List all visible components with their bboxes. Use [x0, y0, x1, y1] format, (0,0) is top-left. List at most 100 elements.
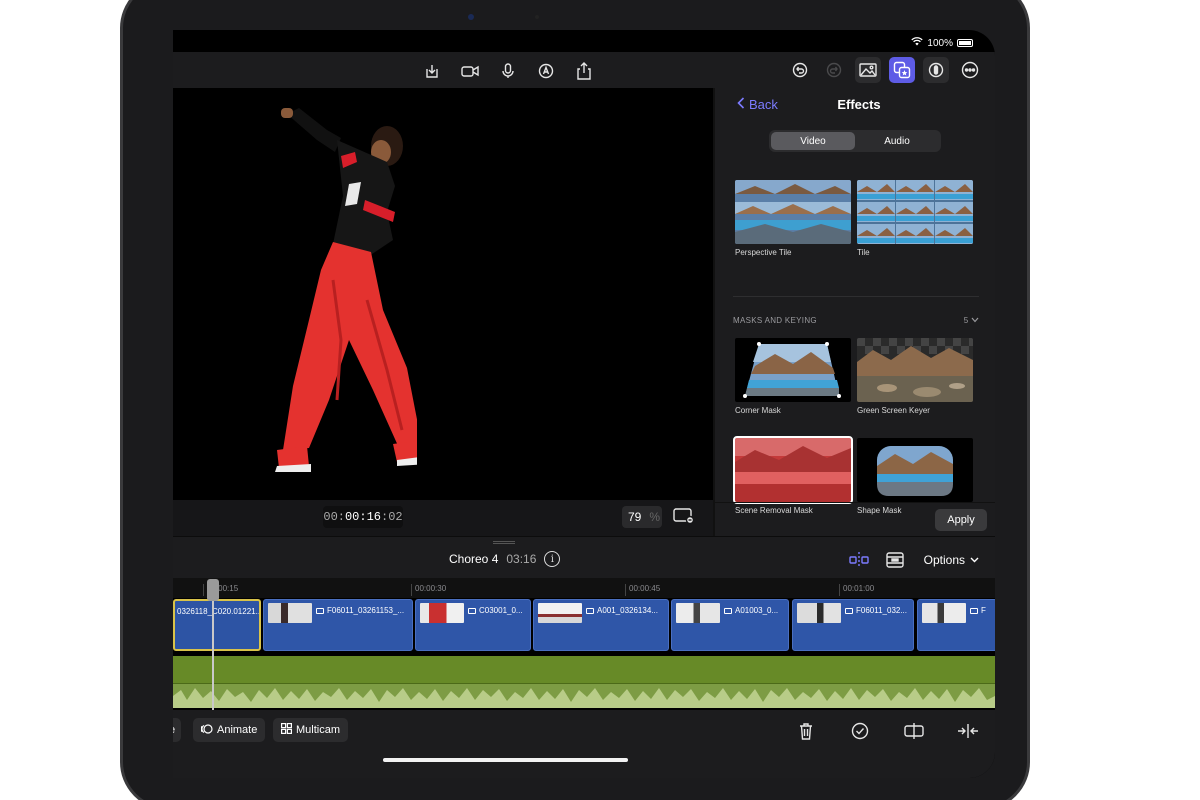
timeline-ruler[interactable]: 00:00:15 00:00:30 00:00:45 00:01:00 — [173, 578, 995, 598]
more-icon[interactable] — [957, 57, 983, 83]
effect-thumbnail — [857, 438, 973, 502]
info-icon[interactable]: i — [544, 551, 561, 567]
front-camera — [468, 14, 474, 20]
effect-perspective-tile[interactable]: Perspective Tile — [735, 180, 851, 257]
video-clip-icon — [586, 607, 594, 614]
clip-name-text: 0326118_C020.01221... — [177, 607, 261, 616]
timeline-header: Choreo 4 03:16 i Options — [173, 536, 995, 578]
effect-tile[interactable]: Tile — [857, 180, 973, 257]
clip-name: 0326118_C020.01221... — [177, 607, 261, 616]
inspector-icon[interactable] — [923, 57, 949, 83]
effect-thumbnail — [735, 180, 851, 244]
clip-thumbnail — [420, 603, 464, 623]
timeline-clip[interactable]: F06011_032... — [792, 599, 914, 651]
camera-sensor — [535, 15, 539, 19]
apply-button[interactable]: Apply — [935, 509, 987, 531]
timeline-clip[interactable]: A01003_0... — [671, 599, 789, 651]
multicam-button[interactable]: Multicam — [273, 718, 349, 742]
partial-label: e — [173, 724, 175, 736]
display-options-icon[interactable] — [673, 508, 695, 529]
clip-appearance-icon[interactable] — [882, 547, 908, 573]
camera-icon[interactable] — [457, 58, 483, 84]
effect-corner-mask[interactable]: Corner Mask — [735, 338, 851, 415]
audio-waveform — [173, 684, 995, 708]
import-icon[interactable] — [419, 58, 445, 84]
dancer-figure — [275, 108, 417, 472]
split-icon[interactable] — [901, 718, 927, 744]
animate-button[interactable]: Animate — [193, 718, 266, 742]
playhead-handle[interactable] — [207, 579, 219, 601]
zoom-unit: % — [649, 510, 661, 524]
chevron-down-icon — [970, 557, 979, 563]
effect-thumbnail — [857, 180, 973, 244]
clip-name-text: F06011_03261153_... — [327, 606, 405, 615]
status-bar: 100% — [173, 30, 995, 54]
wifi-icon — [911, 37, 924, 49]
home-indicator[interactable] — [383, 758, 628, 762]
clip-name: F06011_03261153_... — [316, 606, 404, 615]
timecode-frames: :02 — [381, 510, 403, 524]
clip-name-text: A01003_0... — [735, 606, 779, 615]
video-viewer[interactable] — [173, 88, 713, 500]
clip-name: A01003_0... — [724, 606, 778, 615]
clip-thumbnail — [922, 603, 966, 623]
timeline-clip[interactable]: A001_0326134... — [533, 599, 669, 651]
options-button[interactable]: Options — [924, 553, 979, 567]
share-icon[interactable] — [571, 58, 597, 84]
section-header[interactable]: MASKS AND KEYING 5 — [733, 316, 979, 325]
clip-name: F06011_032... — [845, 606, 907, 615]
clip-name-text: F — [981, 606, 986, 615]
options-label: Options — [923, 553, 965, 567]
partial-button[interactable]: e — [173, 718, 181, 742]
video-clip-icon — [316, 607, 324, 614]
ruler-label: 00:01:00 — [839, 584, 874, 596]
video-clip-icon — [845, 607, 853, 614]
resize-handle[interactable] — [493, 541, 515, 544]
tab-audio[interactable]: Audio — [855, 132, 939, 150]
video-track: 0326118_C020.01221... F06011_03261153_..… — [173, 599, 995, 651]
clip-name-text: F06011_032... — [856, 606, 908, 615]
trim-icon[interactable] — [955, 718, 981, 744]
effects-icon[interactable] — [889, 57, 915, 83]
video-clip-icon — [970, 607, 978, 614]
pencil-icon[interactable] — [533, 58, 559, 84]
timeline-clip[interactable]: 0326118_C020.01221... — [173, 599, 261, 651]
checkmark-icon[interactable] — [847, 718, 873, 744]
effect-label: Corner Mask — [735, 406, 781, 415]
bottom-toolbar: e Animate Multicam — [173, 710, 995, 778]
effect-label: Tile — [857, 248, 870, 257]
clip-name: F — [970, 606, 986, 615]
animate-label: Animate — [217, 724, 258, 736]
project-info: Choreo 4 03:16 i — [449, 551, 561, 567]
section-count-value: 5 — [963, 316, 969, 325]
timecode-prefix: 00: — [323, 510, 345, 524]
tab-video[interactable]: Video — [771, 132, 855, 150]
undo-icon[interactable] — [787, 57, 813, 83]
ruler-label: 00:00:45 — [625, 584, 660, 596]
timecode-display: 00: 00:16:02 — [323, 506, 403, 528]
timeline-clip[interactable]: C03001_0... — [415, 599, 531, 651]
battery-percent: 100% — [927, 37, 953, 49]
photos-icon[interactable] — [855, 57, 881, 83]
chevron-left-icon — [737, 97, 745, 112]
audio-clip[interactable] — [173, 656, 995, 684]
grid-icon — [281, 723, 293, 737]
effect-green-screen-keyer[interactable]: Green Screen Keyer — [857, 338, 973, 415]
back-label: Back — [749, 97, 778, 112]
effects-footer: Apply — [715, 502, 995, 536]
effect-label: Perspective Tile — [735, 248, 792, 257]
video-clip-icon — [468, 607, 476, 614]
section-divider — [733, 296, 979, 297]
timeline-clip[interactable]: F — [917, 599, 995, 651]
zoom-control[interactable]: 79 % — [622, 506, 662, 528]
snapping-icon[interactable] — [846, 547, 872, 573]
timeline-clip[interactable]: F06011_03261153_... — [263, 599, 413, 651]
clip-thumbnail — [268, 603, 312, 623]
section-title: MASKS AND KEYING — [733, 316, 817, 325]
media-type-segmented: Video Audio — [769, 130, 941, 152]
audio-track[interactable] — [173, 656, 995, 708]
microphone-icon[interactable] — [495, 58, 521, 84]
trash-icon[interactable] — [793, 718, 819, 744]
back-button[interactable]: Back — [737, 97, 778, 112]
redo-icon[interactable] — [821, 57, 847, 83]
